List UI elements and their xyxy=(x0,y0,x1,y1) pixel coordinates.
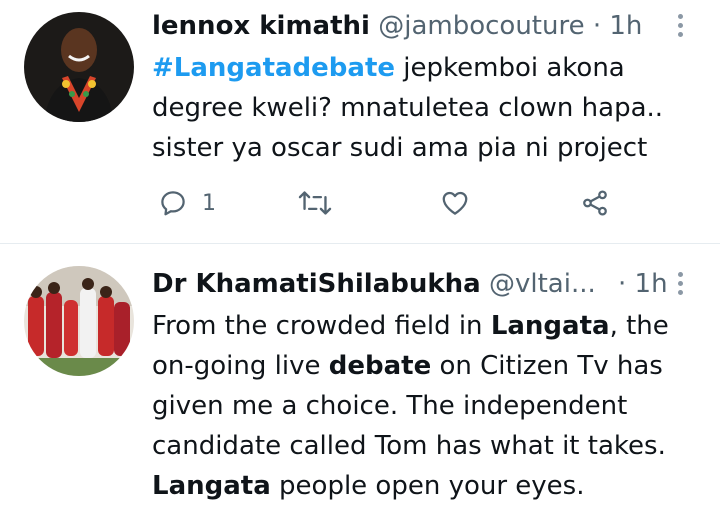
tweet-header: Dr KhamatiShilabukha @vltai... · 1h xyxy=(152,268,668,300)
tweet-text-line: given me a choice. The independent xyxy=(152,391,628,421)
tweet-text-line: From the crowded field in Langata, the xyxy=(152,306,669,346)
tweet-text: #Langatadebate jepkemboi akona degree kw… xyxy=(152,48,663,168)
tweet-header: lennox kimathi @jambocouture · 1h xyxy=(152,10,642,42)
timestamp[interactable]: 1h xyxy=(609,11,642,41)
author-name[interactable]: Dr KhamatiShilabukha xyxy=(152,269,481,299)
retweet-icon xyxy=(298,191,332,215)
avatar[interactable] xyxy=(24,12,134,122)
tweet-text-line: candidate called Tom has what it takes. xyxy=(152,431,666,461)
timestamp[interactable]: 1h xyxy=(635,269,668,299)
text-segment: people open your eyes. xyxy=(270,471,585,501)
highlighted-term: debate xyxy=(328,351,432,381)
text-segment: From the crowded field in xyxy=(152,311,491,341)
avatar-image xyxy=(24,12,134,122)
like-icon xyxy=(442,191,468,215)
author-handle[interactable]: @vltai... xyxy=(489,269,596,299)
tweet-1[interactable]: lennox kimathi @jambocouture · 1h #Langa… xyxy=(0,0,720,244)
tweet-2[interactable]: Dr KhamatiShilabukha @vltai... · 1h From… xyxy=(0,244,720,523)
text-segment: on-going live xyxy=(152,351,329,381)
reply-icon xyxy=(161,191,185,216)
avatar-image xyxy=(24,266,134,376)
tweet-text-line: degree kweli? mnatuletea clown hapa.. xyxy=(152,93,664,123)
more-options-icon[interactable] xyxy=(678,272,686,299)
share-button[interactable] xyxy=(580,188,610,218)
tweet-text-line: #Langatadebate jepkemboi akona xyxy=(152,48,663,88)
text-segment: , the xyxy=(609,311,669,341)
like-button[interactable] xyxy=(440,188,470,218)
highlighted-term: Langata xyxy=(152,471,271,501)
reply-button[interactable]: 1 xyxy=(158,188,216,218)
share-icon xyxy=(583,190,607,216)
author-name[interactable]: lennox kimathi xyxy=(152,11,370,41)
tweet-text-line: sister ya oscar sudi ama pia ni project xyxy=(152,133,648,163)
tweet-text: From the crowded field in Langata, the o… xyxy=(152,306,669,506)
avatar[interactable] xyxy=(24,266,134,376)
author-handle[interactable]: @jambocouture xyxy=(378,11,584,41)
tweet-text-line: Langata people open your eyes. xyxy=(152,466,669,506)
separator-dot: · xyxy=(618,269,627,299)
text-segment: jepkemboi akona xyxy=(395,53,625,83)
hashtag-link[interactable]: #Langatadebate xyxy=(152,53,395,83)
separator-dot: · xyxy=(592,11,602,41)
text-segment: on Citizen Tv has xyxy=(431,351,663,381)
highlighted-term: Langata xyxy=(490,311,610,341)
retweet-button[interactable] xyxy=(298,188,332,218)
tweet-text-line: on-going live debate on Citizen Tv has xyxy=(152,346,669,386)
action-bar: 1 xyxy=(0,188,720,222)
reply-count: 1 xyxy=(202,190,216,216)
more-options-icon[interactable] xyxy=(678,14,686,41)
